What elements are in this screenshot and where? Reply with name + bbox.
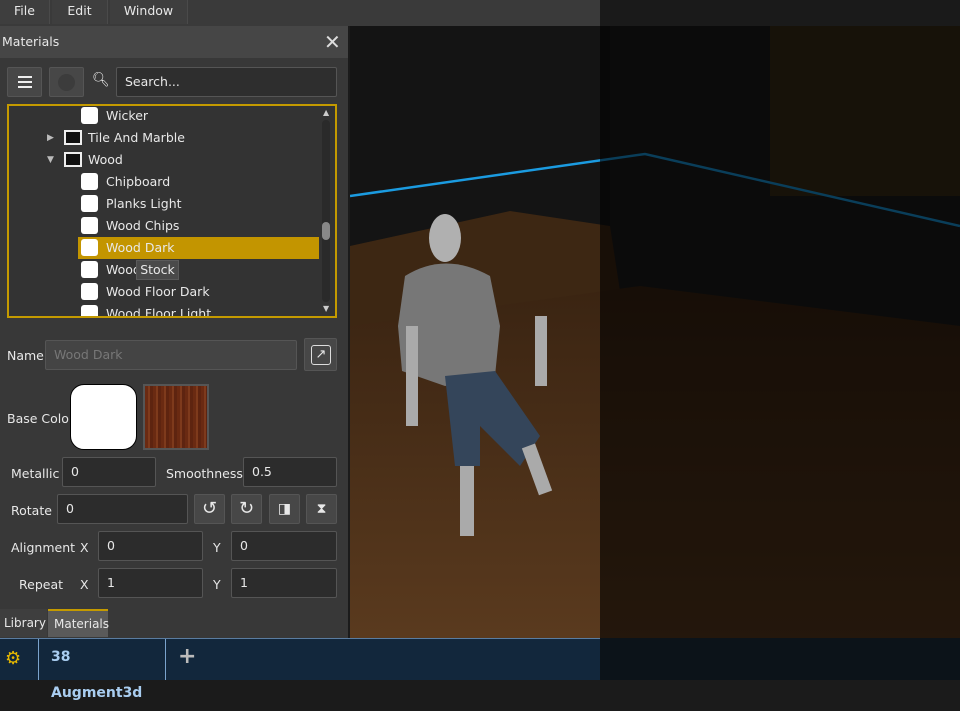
caret-right-icon[interactable]: ▶ — [47, 127, 54, 149]
search-icon: 🔍︎ — [92, 72, 110, 88]
texture-thumbnail[interactable] — [143, 384, 209, 450]
base-color-swatch[interactable] — [70, 384, 137, 450]
tree-item[interactable]: Wood Floor Dark — [9, 281, 319, 303]
tree-item[interactable]: ▶ Tile And Marble — [9, 127, 319, 149]
tree-item[interactable]: Wicker — [9, 106, 319, 127]
material-swatch-icon — [81, 283, 98, 300]
menu-bar-extension — [600, 0, 960, 26]
tree-item[interactable]: ▼ Wood — [9, 149, 319, 171]
material-swatch-icon — [81, 217, 98, 234]
material-swatch-icon — [81, 239, 98, 256]
alignment-y-input[interactable]: 0 — [231, 531, 337, 561]
flip-vertical-icon: ⧗ — [316, 501, 327, 517]
tree-item-label: Chipboard — [106, 174, 171, 189]
metallic-input[interactable]: 0 — [62, 457, 156, 487]
flip-horizontal-icon: ◨ — [277, 501, 292, 517]
tree-item-label: Planks Light — [106, 196, 182, 211]
rotate-ccw-icon: ↺ — [201, 498, 218, 519]
menu-file[interactable]: File — [0, 0, 50, 24]
menu-button[interactable] — [7, 67, 42, 97]
scrollbar[interactable]: ▲ ▼ — [320, 106, 334, 316]
rotate-cw-icon: ↻ — [238, 498, 255, 519]
project-tab[interactable]: 38 Augment3d — [38, 639, 166, 701]
repeat-x-input[interactable]: 1 — [98, 568, 203, 598]
tree-item-label: Wicker — [106, 108, 149, 123]
rotate-right-button[interactable]: ↻ — [231, 494, 262, 524]
bottom-bar-extension — [600, 638, 960, 680]
material-swatch-icon — [81, 195, 98, 212]
scene-render — [350, 26, 960, 638]
material-swatch-icon — [81, 107, 98, 124]
smoothness-input[interactable]: 0.5 — [243, 457, 337, 487]
settings-gear-icon[interactable]: ⚙ — [5, 648, 21, 669]
folder-icon — [64, 152, 82, 167]
export-button[interactable]: ↗ — [304, 338, 337, 371]
tree-item[interactable]: Wood Floor Light — [9, 303, 319, 316]
material-swatch-icon — [81, 173, 98, 190]
repeat-x-label: X — [80, 577, 89, 592]
tree-rows: Wicker ▶ Tile And Marble ▼ Wood Chipboard Plan… — [9, 106, 335, 316]
repeat-label: Repeat — [19, 577, 64, 592]
tree-item-label: Wood Floor Dark — [106, 284, 210, 299]
search-input[interactable]: Search... — [116, 67, 337, 97]
menu-window[interactable]: Window — [110, 0, 188, 24]
scrollbar-thumb[interactable] — [322, 222, 330, 240]
3d-viewport[interactable] — [350, 26, 960, 638]
panel-title: Materials — [2, 34, 60, 49]
tree-item-label: Wood — [88, 152, 123, 167]
repeat-y-input[interactable]: 1 — [231, 568, 337, 598]
close-icon[interactable]: ✕ — [324, 30, 341, 54]
folder-icon — [64, 130, 82, 145]
rotate-input[interactable]: 0 — [57, 494, 188, 524]
tree-item[interactable]: Wood Chips — [9, 215, 319, 237]
export-icon: ↗ — [311, 345, 331, 365]
rotate-label: Rotate — [11, 503, 52, 518]
tooltip: Stock — [136, 260, 179, 280]
material-swatch-icon — [81, 305, 98, 316]
material-swatch-icon — [81, 261, 98, 278]
tree-item-label: Wood Floor Light — [106, 306, 212, 316]
tab-materials[interactable]: Materials — [48, 609, 109, 637]
tree-item[interactable]: Wood Dark — [78, 237, 319, 259]
tree-item[interactable]: Planks Light — [9, 193, 319, 215]
tree-item-label: Wood Chips — [106, 218, 180, 233]
tab-library[interactable]: Library — [0, 609, 47, 637]
caret-down-icon[interactable]: ▼ — [47, 149, 54, 171]
alignment-y-label: Y — [213, 540, 221, 555]
hamburger-icon — [18, 76, 32, 88]
flip-horizontal-button[interactable]: ◨ — [269, 494, 300, 524]
tree-item-label: Wood Dark — [106, 240, 175, 255]
alignment-label: Alignment — [11, 540, 76, 555]
alignment-x-input[interactable]: 0 — [98, 531, 203, 561]
menu-edit[interactable]: Edit — [52, 0, 108, 24]
smoothness-label: Smoothness — [166, 466, 243, 481]
tree-item-label: Tile And Marble — [88, 130, 185, 145]
metallic-label: Metallic — [11, 466, 60, 481]
repeat-y-label: Y — [213, 577, 221, 592]
circle-icon — [58, 74, 75, 91]
name-label: Name — [7, 348, 44, 363]
color-filter-button[interactable] — [49, 67, 84, 97]
add-tab-button[interactable]: + — [178, 644, 196, 669]
base-color-label: Base Color — [7, 411, 75, 426]
tree-item[interactable]: Chipboard — [9, 171, 319, 193]
alignment-x-label: X — [80, 540, 89, 555]
name-input[interactable]: Wood Dark — [45, 340, 297, 370]
rotate-left-button[interactable]: ↺ — [194, 494, 225, 524]
flip-vertical-button[interactable]: ⧗ — [306, 494, 337, 524]
